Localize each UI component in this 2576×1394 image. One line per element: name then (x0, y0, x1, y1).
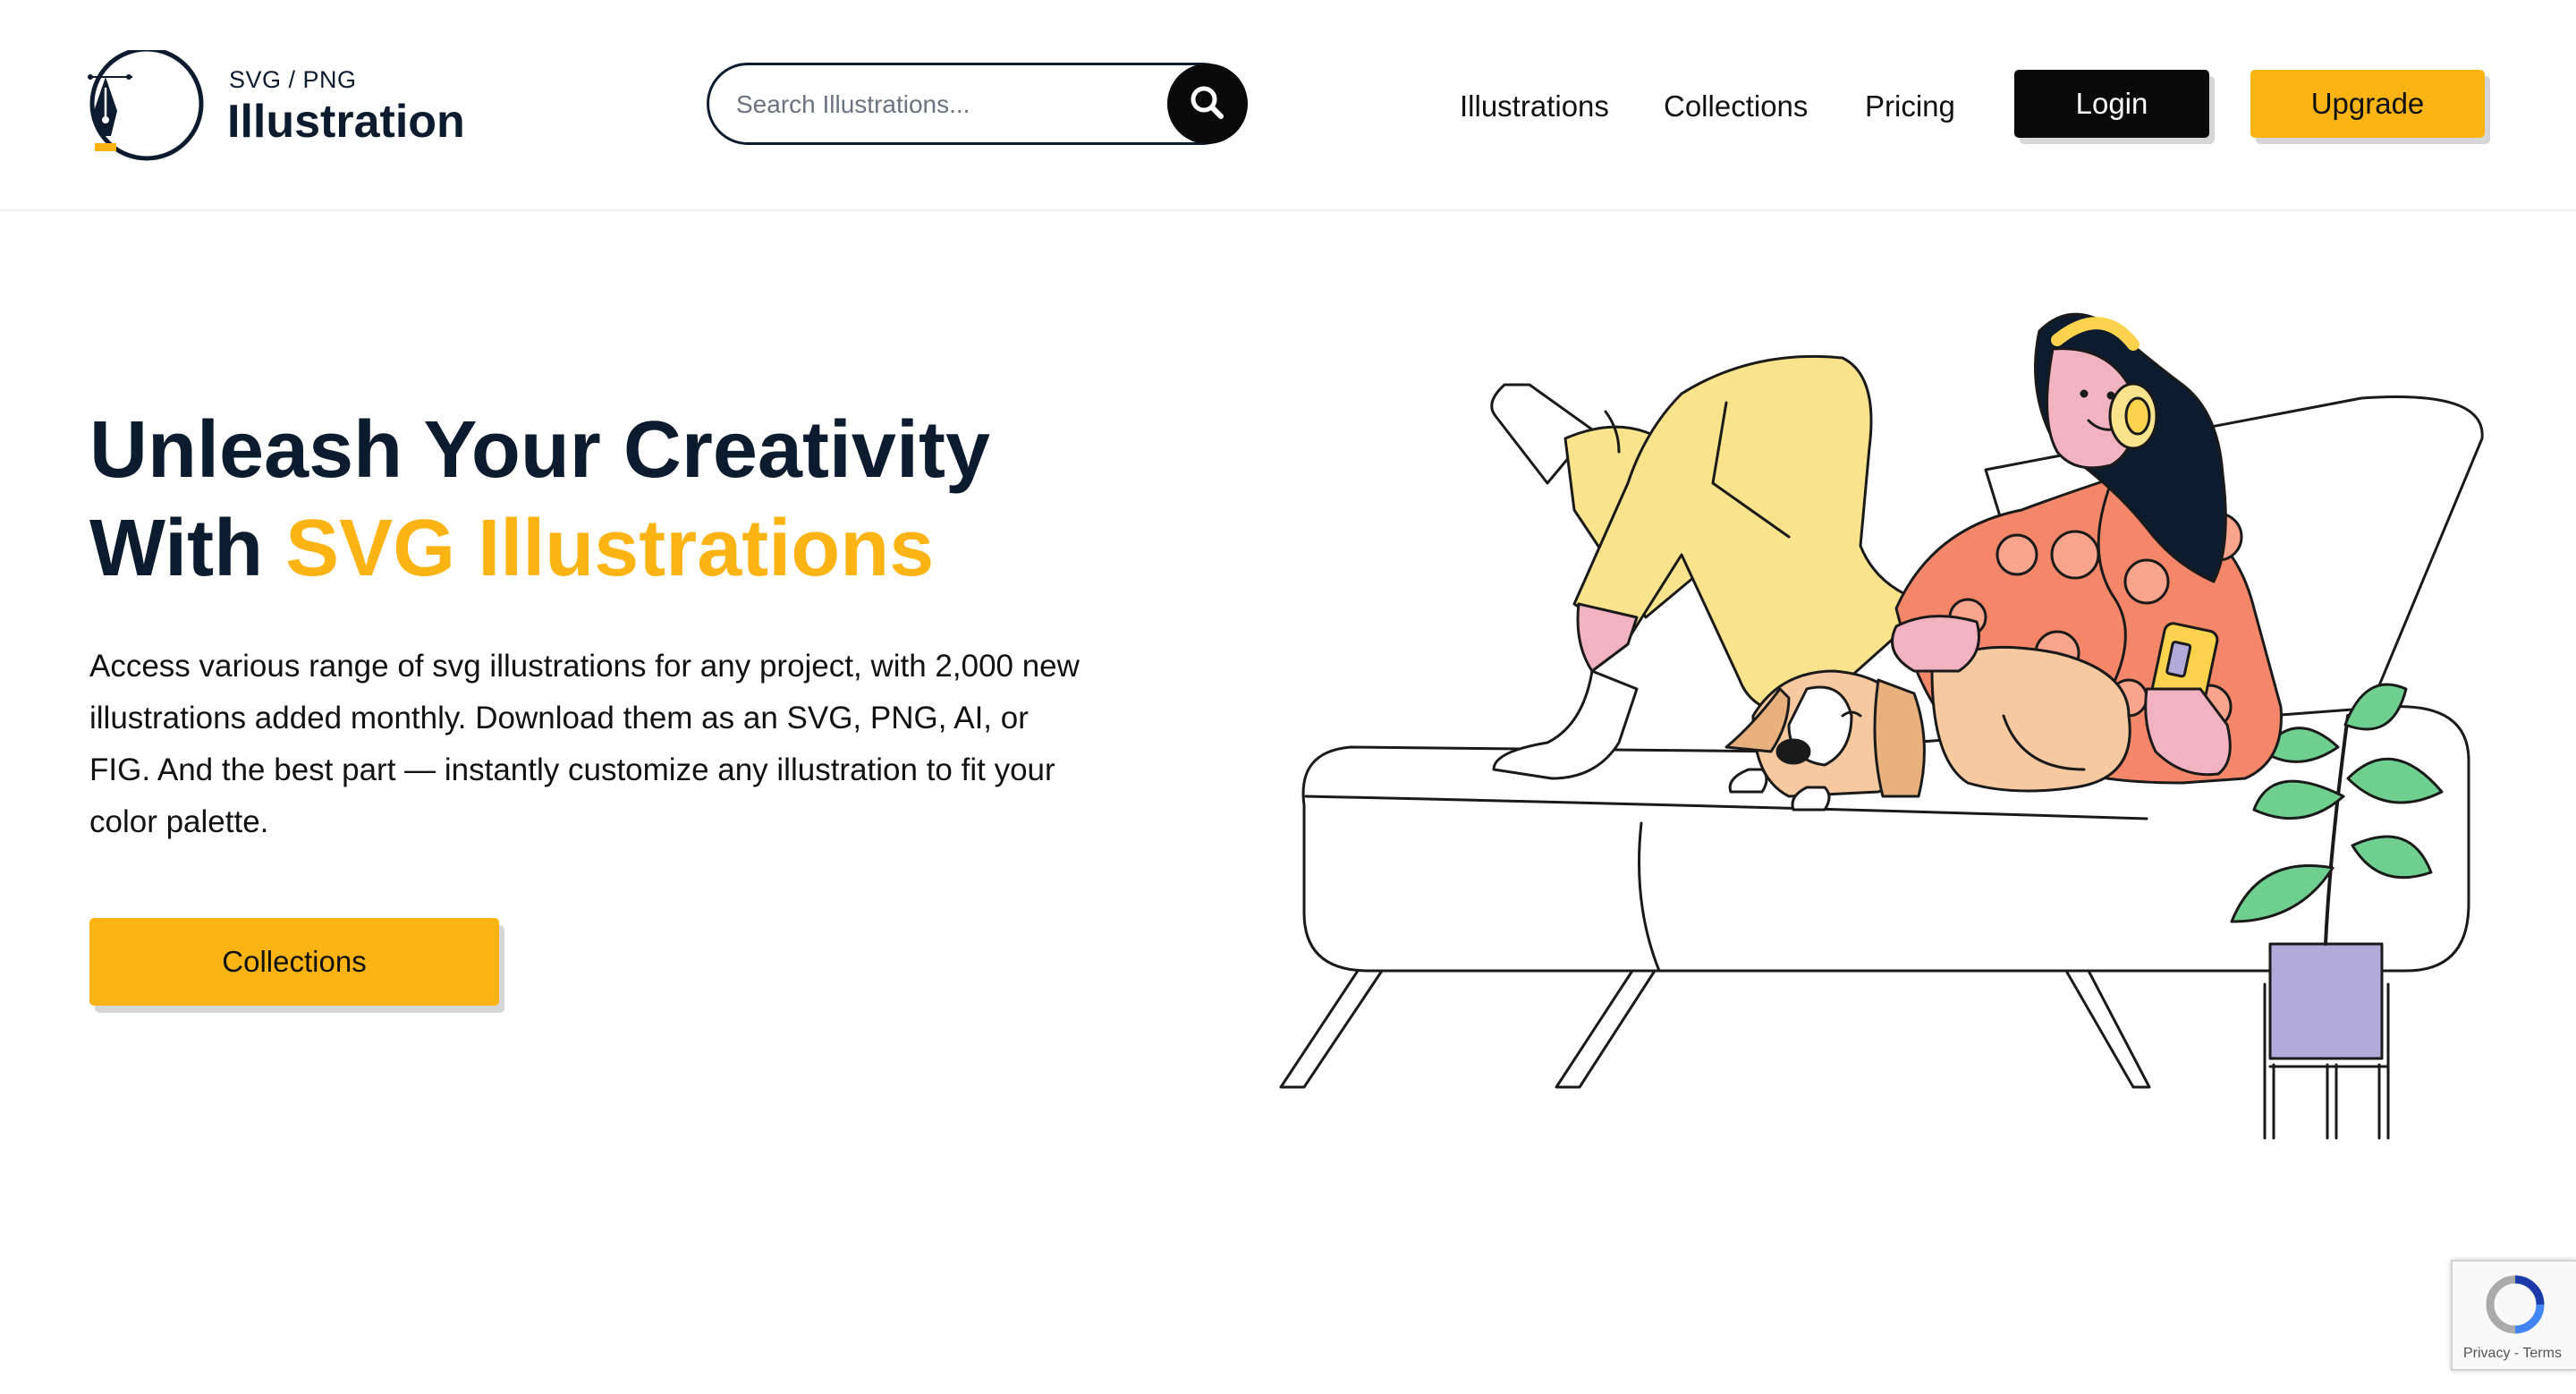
brand-title: Illustration (227, 96, 465, 148)
pen-nib-logo-icon (88, 50, 204, 161)
hero-description: Access various range of svg illustration… (89, 649, 1080, 839)
search-bar (707, 63, 1248, 145)
search-button[interactable] (1167, 64, 1248, 144)
pants-leg (1572, 354, 1934, 718)
hero-title-line1: Unleash Your Creativity (89, 405, 991, 495)
nav-collections[interactable]: Collections (1664, 89, 1808, 123)
skin-shin (1576, 602, 1639, 673)
login-button[interactable]: Login (2014, 70, 2209, 138)
upgrade-button[interactable]: Upgrade (2250, 70, 2485, 138)
collections-button[interactable]: Collections (89, 918, 499, 1006)
nav-pricing[interactable]: Pricing (1865, 89, 1955, 123)
recaptcha-privacy-link[interactable]: Privacy (2463, 1346, 2510, 1361)
search-input[interactable] (734, 81, 1140, 128)
recaptcha-separator: - (2510, 1346, 2523, 1361)
search-icon (1191, 86, 1224, 119)
sofa-leg (1279, 969, 1384, 1089)
plant-pot (2268, 942, 2384, 1060)
site-header: SVG / PNG Illustration Illustrations Col… (0, 0, 2576, 211)
recaptcha-icon (2486, 1275, 2545, 1334)
dog-ear (1873, 678, 1926, 798)
hero-title-prefix: With (89, 504, 286, 593)
brand-subtitle: SVG / PNG (229, 66, 357, 93)
hand (1891, 615, 1980, 673)
sofa-leg (2064, 969, 2151, 1089)
hero-title: Unleash Your Creativity With SVG Illustr… (89, 401, 1163, 598)
nav-illustrations[interactable]: Illustrations (1460, 89, 1609, 123)
hero-illustration (1279, 312, 2484, 1140)
sofa-leg (1555, 969, 1657, 1089)
recaptcha-badge[interactable]: Privacy - Terms (2451, 1260, 2576, 1371)
recaptcha-terms-link[interactable]: Terms (2522, 1346, 2562, 1361)
hero-title-accent: SVG Illustrations (285, 504, 935, 593)
dog-nose (1775, 738, 1811, 765)
